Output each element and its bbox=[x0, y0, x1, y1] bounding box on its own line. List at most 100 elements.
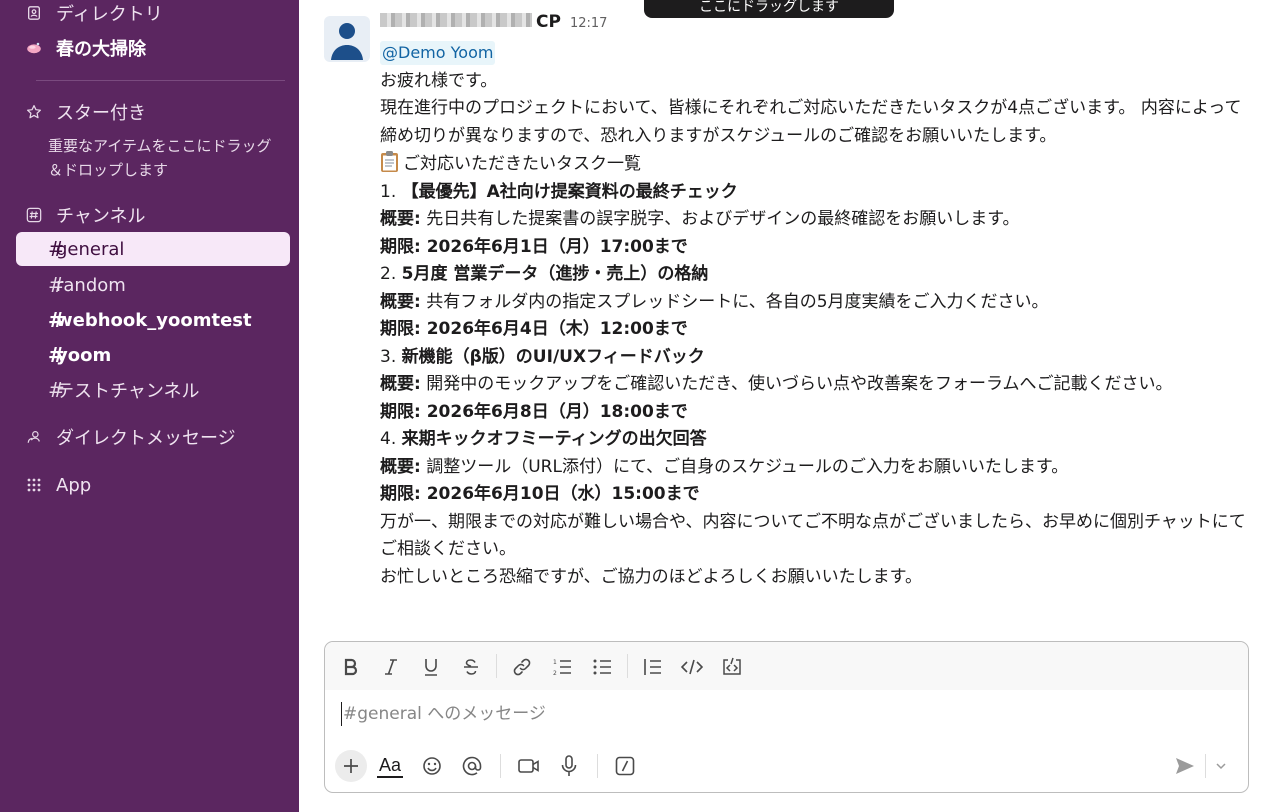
underline-icon[interactable] bbox=[418, 654, 444, 680]
toolbar-divider bbox=[500, 754, 501, 778]
code-icon[interactable] bbox=[679, 654, 705, 680]
formatting-toolbar: 12 bbox=[325, 642, 1248, 690]
mention-icon[interactable] bbox=[456, 750, 488, 782]
task-summary-label: 概要: bbox=[380, 291, 421, 312]
task-list-title: ご対応いただきたいタスク一覧 bbox=[403, 154, 641, 174]
sidebar-item-label: general bbox=[56, 238, 125, 260]
link-icon[interactable] bbox=[509, 654, 535, 680]
redacted-author-name bbox=[380, 13, 532, 27]
svg-text:1: 1 bbox=[553, 659, 557, 666]
clipboard-icon bbox=[380, 150, 399, 173]
apps-grid-icon bbox=[16, 477, 42, 493]
send-icon[interactable] bbox=[1169, 750, 1201, 782]
message-header: CP 12:17 bbox=[380, 12, 1250, 38]
message-greeting: お疲れ様です。 bbox=[380, 70, 498, 91]
emoji-icon[interactable] bbox=[416, 750, 448, 782]
message-input[interactable]: #general へのメッセージ bbox=[341, 702, 546, 726]
author-name[interactable]: CP bbox=[536, 12, 561, 32]
task-number: 2. bbox=[380, 264, 397, 284]
task-summary: 共有フォルダ内の指定スプレッドシートに、各自の5月度実績をご入力ください。 bbox=[426, 291, 1049, 312]
channels-icon bbox=[16, 206, 42, 224]
message: CP 12:17 @Demo Yoom お疲れ様です。 現在進行中のプロジェクト… bbox=[380, 12, 1250, 591]
sidebar-item-app[interactable]: App bbox=[16, 468, 290, 502]
microphone-icon[interactable] bbox=[553, 750, 585, 782]
avatar[interactable] bbox=[324, 16, 370, 62]
plus-icon[interactable] bbox=[335, 750, 367, 782]
task-1: 1. 【最優先】A社向け提案資料の最終チェック 概要: 先日共有した提案書の誤字… bbox=[380, 179, 1250, 262]
ordered-list-icon[interactable]: 12 bbox=[549, 654, 575, 680]
task-summary-label: 概要: bbox=[380, 209, 421, 229]
soap-icon bbox=[16, 40, 42, 56]
hash-icon: # bbox=[48, 273, 65, 297]
sidebar-item-label: App bbox=[56, 474, 92, 496]
hash-icon: # bbox=[48, 308, 65, 332]
sidebar-item-label: webhook_yoomtest bbox=[56, 309, 252, 331]
task-summary: 調整ツール（URL添付）にて、ご自身のスケジュールのご入力をお願いいたします。 bbox=[426, 456, 1069, 477]
message-closing-2: お忙しいところ恐縮ですが、ご協力のほどよろしくお願いいたします。 bbox=[380, 566, 922, 587]
star-icon bbox=[16, 103, 42, 121]
task-summary-label: 概要: bbox=[380, 374, 421, 394]
sidebar-item-spring-cleaning[interactable]: 春の大掃除 bbox=[16, 31, 290, 65]
slash-command-icon[interactable] bbox=[609, 750, 641, 782]
text-format-button[interactable]: Aa bbox=[377, 754, 403, 778]
sidebar-item-test-channel[interactable]: # テストチャンネル bbox=[16, 373, 290, 407]
sidebar-item-webhook-yoomtest[interactable]: # webhook_yoomtest bbox=[16, 303, 290, 337]
user-mention[interactable]: @Demo Yoom bbox=[380, 41, 496, 65]
toolbar-divider bbox=[496, 654, 497, 678]
blockquote-icon[interactable] bbox=[639, 654, 665, 680]
svg-text:2: 2 bbox=[553, 670, 557, 676]
task-4: 4. 来期キックオフミーティングの出欠回答 概要: 調整ツール（URL添付）にて… bbox=[380, 426, 1250, 509]
task-summary-label: 概要: bbox=[380, 456, 421, 477]
timestamp[interactable]: 12:17 bbox=[570, 16, 607, 31]
sidebar-item-label: 春の大掃除 bbox=[56, 39, 146, 60]
sidebar-item-label: テストチャンネル bbox=[56, 381, 200, 402]
task-2: 2. 5月度 営業データ（進捗・売上）の格納 概要: 共有フォルダ内の指定スプレ… bbox=[380, 261, 1250, 344]
sidebar-section-channels[interactable]: チャンネル bbox=[16, 198, 290, 232]
sidebar-item-random[interactable]: # random bbox=[16, 268, 290, 302]
sidebar-item-yoom[interactable]: # yoom bbox=[16, 338, 290, 372]
task-summary: 先日共有した提案書の誤字脱字、およびデザインの最終確認をお願いします。 bbox=[426, 209, 1020, 229]
sidebar-item-directory[interactable]: ディレクトリ bbox=[16, 0, 290, 30]
hash-icon: # bbox=[48, 343, 65, 367]
task-title: 5月度 営業データ（進捗・売上）の格納 bbox=[401, 264, 709, 284]
task-summary: 開発中のモックアップをご確認いただき、使いづらい点や改善案をフォーラムへご記載く… bbox=[426, 374, 1173, 394]
task-title: 新機能（β版）のUI/UXフィードバック bbox=[401, 346, 705, 367]
toolbar-divider bbox=[1205, 754, 1206, 778]
hash-icon: # bbox=[48, 237, 65, 261]
sidebar-divider bbox=[36, 80, 285, 81]
direct-message-icon bbox=[16, 428, 42, 446]
sidebar-item-label: ディレクトリ bbox=[56, 4, 163, 25]
task-list-title-row: ご対応いただきたいタスク一覧 bbox=[380, 150, 1250, 179]
sidebar-item-label: yoom bbox=[56, 344, 112, 366]
sidebar-section-direct-messages[interactable]: ダイレクトメッセージ bbox=[16, 420, 290, 454]
toolbar-divider bbox=[597, 754, 598, 778]
strikethrough-icon[interactable] bbox=[458, 654, 484, 680]
video-icon[interactable] bbox=[513, 750, 545, 782]
bold-icon[interactable] bbox=[338, 654, 364, 680]
sidebar-section-label: チャンネル bbox=[56, 206, 146, 227]
sidebar-section-label: スター付き bbox=[56, 103, 146, 124]
message-intro: 現在進行中のプロジェクトにおいて、皆様にそれぞれご対応いただきたいタスクが4点ご… bbox=[380, 98, 1242, 146]
task-3: 3. 新機能（β版）のUI/UXフィードバック 概要: 開発中のモックアップをご… bbox=[380, 344, 1250, 427]
toolbar-divider bbox=[627, 654, 628, 678]
hash-icon: # bbox=[48, 378, 65, 402]
sidebar-section-label: ダイレクトメッセージ bbox=[56, 428, 236, 449]
message-composer[interactable]: 12 #general へのメッセージ Aa bbox=[324, 641, 1249, 793]
sidebar-section-starred[interactable]: スター付き bbox=[16, 95, 290, 129]
sidebar-item-general[interactable]: # general bbox=[16, 232, 290, 266]
sidebar: ディレクトリ 春の大掃除 スター付き 重要なアイテムをここにドラッグ＆ドロップし… bbox=[0, 0, 299, 812]
bulleted-list-icon[interactable] bbox=[589, 654, 615, 680]
task-deadline: 期限: 2026年6月8日（月）18:00まで bbox=[380, 401, 688, 422]
sidebar-item-label: random bbox=[56, 274, 126, 296]
task-number: 3. bbox=[380, 346, 397, 367]
italic-icon[interactable] bbox=[378, 654, 404, 680]
task-deadline: 期限: 2026年6月1日（月）17:00まで bbox=[380, 236, 688, 257]
starred-hint: 重要なアイテムをここにドラッグ＆ドロップします bbox=[48, 137, 272, 179]
directory-icon bbox=[16, 4, 42, 22]
task-title: 【最優先】A社向け提案資料の最終チェック bbox=[401, 181, 738, 202]
task-deadline: 期限: 2026年6月10日（水）15:00まで bbox=[380, 484, 700, 504]
chevron-down-icon[interactable] bbox=[1207, 750, 1235, 782]
code-block-icon[interactable] bbox=[719, 654, 745, 680]
task-number: 1. bbox=[380, 181, 397, 202]
task-title: 来期キックオフミーティングの出欠回答 bbox=[401, 429, 707, 449]
